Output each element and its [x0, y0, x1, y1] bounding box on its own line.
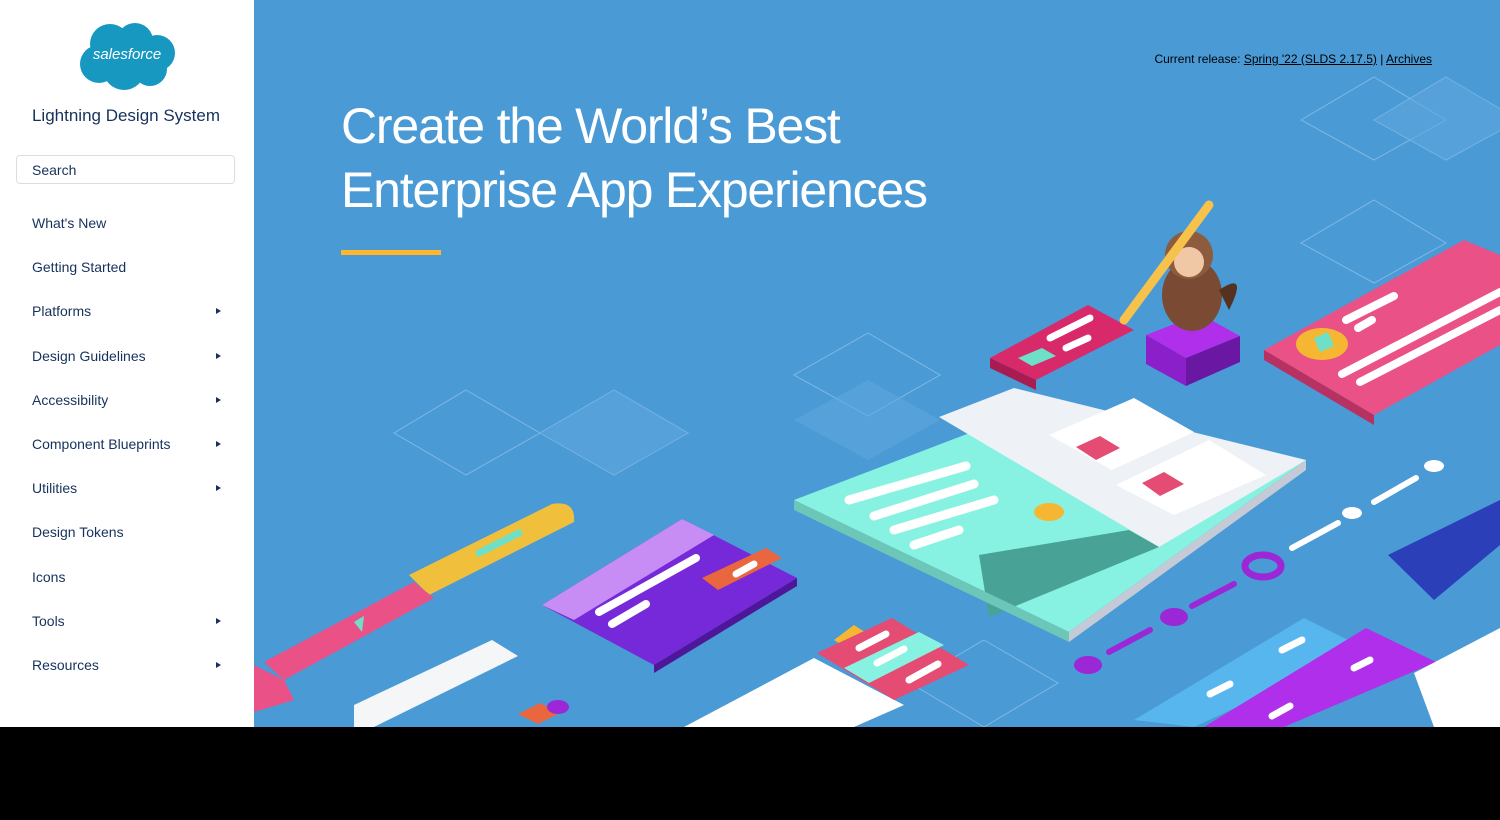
- sidebar-item-label: Resources: [32, 656, 99, 673]
- sidebar-item-getting-started[interactable]: Getting Started: [0, 245, 254, 289]
- sidebar-item-label: Accessibility: [32, 391, 109, 408]
- sidebar-item-label: Tools: [32, 612, 65, 629]
- chevron-right-icon[interactable]: [216, 396, 221, 403]
- logo-text: salesforce: [92, 46, 162, 63]
- chevron-right-icon[interactable]: [216, 308, 221, 315]
- site-title[interactable]: Lightning Design System: [0, 106, 252, 126]
- sidebar-item-label: Component Blueprints: [32, 436, 171, 453]
- sidebar-item-label: Design Tokens: [32, 524, 124, 541]
- headline-accent-bar: [341, 250, 441, 255]
- sidebar-item-tools[interactable]: Tools: [0, 599, 254, 643]
- chevron-right-icon[interactable]: [216, 661, 221, 668]
- sidebar-item-label: Getting Started: [32, 259, 127, 276]
- sidebar-item-label: Platforms: [32, 303, 92, 320]
- chevron-right-icon[interactable]: [216, 441, 221, 448]
- sidebar-item-design-tokens[interactable]: Design Tokens: [0, 510, 254, 554]
- headline-line-2: Enterprise App Experiences: [341, 162, 928, 218]
- sidebar-nav: What's New Getting Started Platforms Design…: [0, 201, 254, 687]
- sidebar-item-platforms[interactable]: Platforms: [0, 289, 254, 333]
- sidebar: salesforce Lightning Design System What'…: [0, 0, 254, 727]
- sidebar-item-label: What's New: [32, 215, 107, 232]
- hero-headline: Create the World’s Best Enterprise App E…: [341, 94, 928, 222]
- salesforce-logo[interactable]: salesforce: [77, 22, 177, 92]
- sidebar-item-accessibility[interactable]: Accessibility: [0, 378, 254, 422]
- headline-line-1: Create the World’s Best: [341, 98, 841, 154]
- chevron-right-icon[interactable]: [216, 485, 221, 492]
- sidebar-item-resources[interactable]: Resources: [0, 643, 254, 687]
- release-separator: |: [1376, 52, 1386, 66]
- chevron-right-icon[interactable]: [216, 352, 221, 359]
- release-info: Current release: Spring '22 (SLDS 2.17.5…: [1154, 52, 1432, 66]
- sidebar-item-what-s-new[interactable]: What's New: [0, 201, 254, 245]
- sidebar-item-utilities[interactable]: Utilities: [0, 466, 254, 510]
- sidebar-item-label: Utilities: [32, 480, 78, 497]
- search-input[interactable]: [16, 155, 235, 184]
- app-viewport: salesforce Lightning Design System What'…: [0, 0, 1500, 727]
- sidebar-item-icons[interactable]: Icons: [0, 555, 254, 599]
- hero-banner: Current release: Spring '22 (SLDS 2.17.5…: [254, 0, 1500, 727]
- release-prefix: Current release:: [1154, 52, 1244, 66]
- sidebar-item-label: Icons: [32, 568, 66, 585]
- sidebar-item-design-guidelines[interactable]: Design Guidelines: [0, 334, 254, 378]
- release-link[interactable]: Spring '22 (SLDS 2.17.5): [1244, 52, 1377, 66]
- chevron-right-icon[interactable]: [216, 617, 221, 624]
- sidebar-item-label: Design Guidelines: [32, 347, 146, 364]
- archives-link[interactable]: Archives: [1386, 52, 1432, 66]
- sidebar-item-component-blueprints[interactable]: Component Blueprints: [0, 422, 254, 466]
